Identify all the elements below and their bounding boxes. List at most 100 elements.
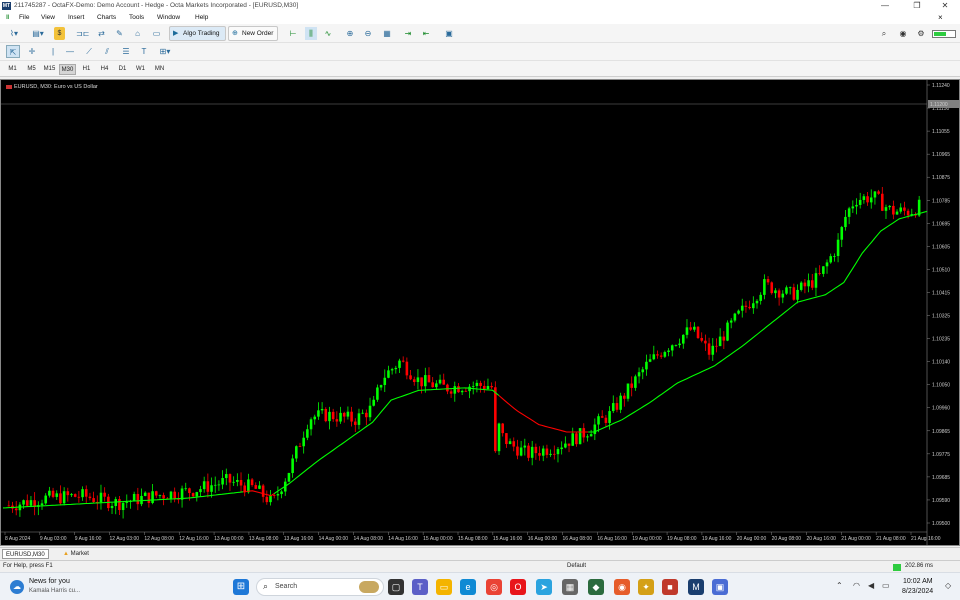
news-subtitle[interactable]: Kamala Harris cu... (29, 588, 80, 594)
account-icon[interactable]: ◉ (897, 27, 909, 40)
windows-taskbar: ☁ News for you Kamala Harris cu... ⊞ ⌕ S… (0, 572, 960, 600)
file-explorer-icon[interactable]: ▭ (436, 579, 452, 595)
candle-body (22, 500, 25, 505)
fibonacci-icon[interactable]: ☰ (120, 45, 132, 58)
task-view-icon[interactable]: ▢ (388, 579, 404, 595)
y-tick-label: 1.10140 (932, 360, 950, 366)
timeframe-m30[interactable]: M30 (59, 64, 76, 75)
cursor-icon[interactable]: ⇱ (6, 45, 20, 58)
minimize-button[interactable]: — (870, 0, 900, 12)
clock-date[interactable]: 8/23/2024 (902, 588, 933, 595)
profiles-icon[interactable]: ▤▾ (29, 27, 47, 40)
tab-eurusd[interactable]: EURUSD,M30 (2, 549, 49, 559)
price-chart[interactable]: 1.112401.111501.110551.109651.108751.107… (1, 80, 959, 545)
candle-body (247, 479, 250, 493)
new-chart-icon[interactable]: ⌇▾ (5, 27, 23, 40)
app-red-icon[interactable]: ■ (662, 579, 678, 595)
candle-body (748, 306, 751, 309)
candle-body (700, 337, 704, 341)
search-icon[interactable]: ⌕ (878, 27, 890, 40)
text-icon[interactable]: T (138, 45, 150, 58)
taskbar-search[interactable]: ⌕ Search (256, 578, 384, 596)
news-title[interactable]: News for you (29, 578, 70, 585)
teams-icon[interactable]: T (412, 579, 428, 595)
timeframe-m1[interactable]: M1 (4, 64, 21, 75)
opera-icon[interactable]: O (510, 579, 526, 595)
edge-icon[interactable]: e (460, 579, 476, 595)
candle-body (14, 508, 18, 511)
new-order-button[interactable]: ⊕ New Order (228, 26, 278, 41)
weather-icon[interactable]: ☁ (10, 580, 24, 594)
screenshot-icon[interactable]: ▣ (443, 27, 455, 40)
clock-time[interactable]: 10:02 AM (903, 578, 933, 585)
chart-shift-icon[interactable]: ⇤ (420, 27, 432, 40)
candlestick-icon[interactable]: ⫼ (305, 27, 317, 40)
candle-body (40, 503, 44, 506)
candle-body (394, 367, 398, 370)
depth-of-market-icon[interactable]: ⊐⊏ (76, 27, 89, 40)
battery-icon[interactable]: ▭ (882, 581, 890, 590)
chrome-icon[interactable]: ◎ (486, 579, 502, 595)
algo-trading-button[interactable]: ▶ Algo Trading (169, 26, 226, 41)
menu-view[interactable]: View (41, 14, 55, 21)
signals-icon[interactable]: ⌂ (131, 27, 144, 40)
menu-insert[interactable]: Insert (68, 14, 84, 21)
candle-body (626, 383, 630, 399)
tile-windows-icon[interactable]: ▦ (381, 27, 393, 40)
vertical-line-icon[interactable]: | (47, 45, 59, 58)
candle-body (718, 336, 722, 347)
app-chip-icon[interactable]: ▣ (712, 579, 728, 595)
close-button[interactable]: ✕ (930, 0, 960, 12)
tab-market[interactable]: ▲ Market (60, 549, 92, 559)
navigator-icon[interactable]: ✎ (113, 27, 126, 40)
metatrader-icon[interactable]: M (688, 579, 704, 595)
auto-scroll-icon[interactable]: ⇥ (402, 27, 414, 40)
windows-start-icon[interactable]: ⊞ (233, 579, 249, 595)
menu-help[interactable]: Help (195, 14, 208, 21)
close-chart-button[interactable]: × (938, 13, 943, 22)
channel-icon[interactable]: ⫽ (101, 45, 113, 58)
telegram-icon[interactable]: ➤ (536, 579, 552, 595)
store-icon[interactable]: ▦ (562, 579, 578, 595)
candle-body (855, 204, 858, 207)
candle-body (136, 493, 140, 505)
line-chart-icon[interactable]: ∿ (322, 27, 334, 40)
data-window-icon[interactable]: ▭ (150, 27, 163, 40)
notification-icon[interactable]: ◇ (945, 581, 951, 590)
menu-window[interactable]: Window (157, 14, 180, 21)
menu-tools[interactable]: Tools (129, 14, 144, 21)
volume-icon[interactable]: ◀ (868, 581, 874, 590)
x-tick-label: 14 Aug 00:00 (319, 536, 349, 542)
timeframe-mn[interactable]: MN (151, 64, 168, 75)
zoom-out-icon[interactable]: ⊖ (362, 27, 374, 40)
market-watch-icon[interactable]: ⇄ (95, 27, 108, 40)
candle-body (656, 354, 659, 356)
candle-body (873, 191, 877, 198)
shapes-menu-icon[interactable]: ⊞▾ (155, 45, 175, 58)
menu-charts[interactable]: Charts (97, 14, 116, 21)
timeframe-m15[interactable]: M15 (41, 64, 58, 75)
timeframe-h4[interactable]: H4 (96, 64, 113, 75)
horizontal-line-icon[interactable]: — (64, 45, 76, 58)
maximize-button[interactable]: ❐ (902, 0, 932, 12)
tray-chevron-icon[interactable]: ⌃ (836, 581, 843, 590)
chart-window-icon[interactable]: ‖ (6, 14, 9, 21)
candle-body (508, 441, 512, 445)
settings-icon[interactable]: ⚙ (915, 27, 927, 40)
timeframe-w1[interactable]: W1 (132, 64, 149, 75)
app-yellow-icon[interactable]: ✦ (638, 579, 654, 595)
timeframe-m5[interactable]: M5 (23, 64, 40, 75)
chart-window[interactable]: 1.11240 1.11150 1.11055 1.10965 1.10875 1.107… (0, 79, 960, 546)
octa-app-icon[interactable]: ◆ (588, 579, 604, 595)
dollar-icon[interactable]: $ (54, 27, 65, 40)
crosshair-icon[interactable]: ✛ (26, 45, 38, 58)
timeframe-h1[interactable]: H1 (78, 64, 95, 75)
bar-chart-icon[interactable]: ⊢ (287, 27, 299, 40)
zoom-in-icon[interactable]: ⊕ (344, 27, 356, 40)
timeframe-d1[interactable]: D1 (114, 64, 131, 75)
candle-body (597, 416, 600, 425)
wifi-icon[interactable]: ◠ (853, 581, 860, 590)
menu-file[interactable]: File (19, 14, 29, 21)
trendline-icon[interactable]: ⟋ (83, 45, 95, 58)
chrome-profile-icon[interactable]: ◉ (614, 579, 630, 595)
